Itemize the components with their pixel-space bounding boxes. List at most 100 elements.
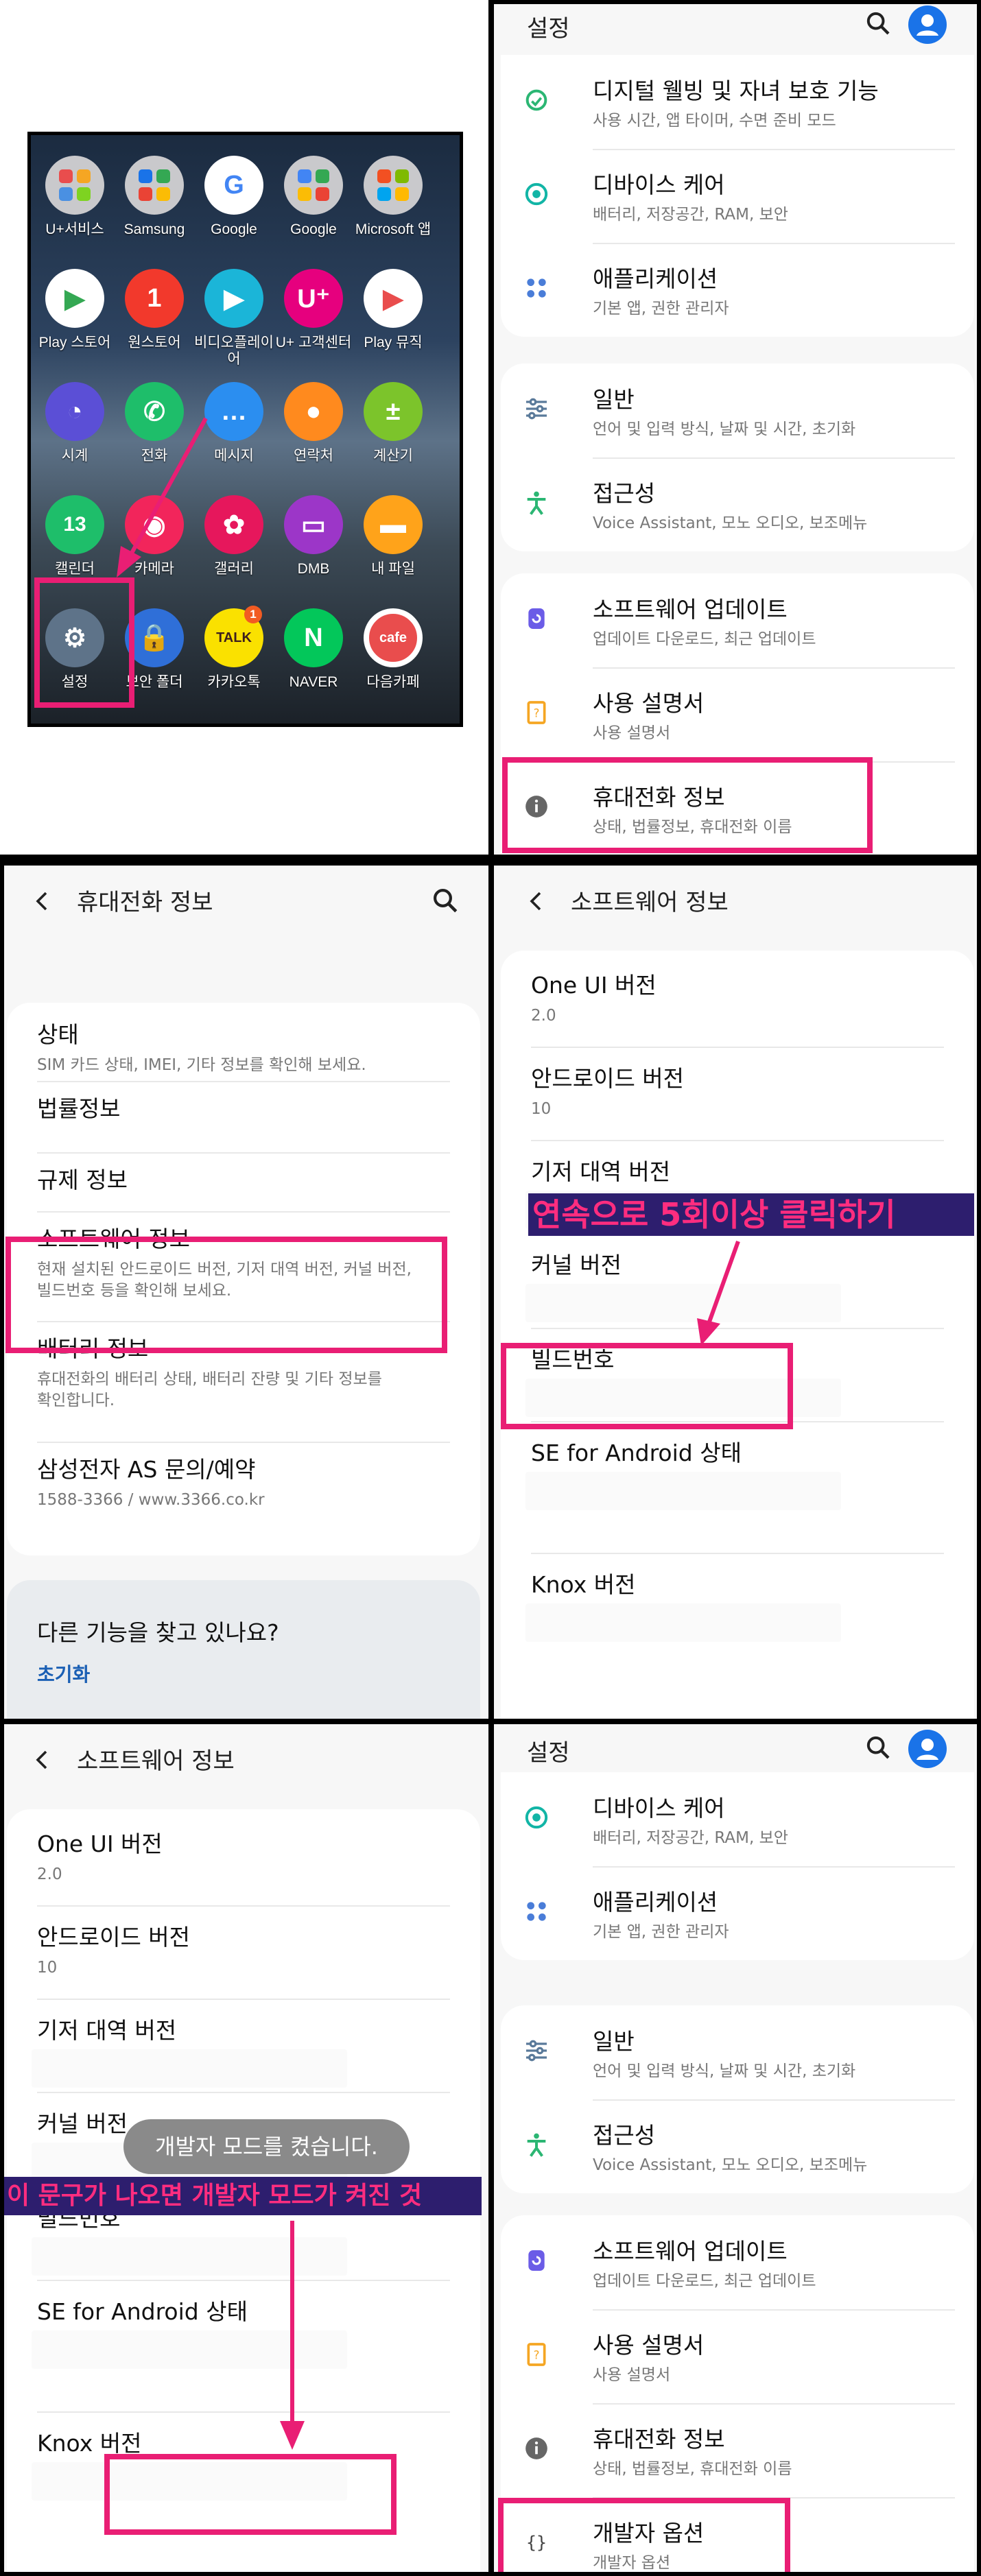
phone-info-item[interactable]: 상태 SIM 카드 상태, IMEI, 기타 정보를 확인해 보세요.: [37, 1016, 366, 1076]
settings-item-title: 애플리케이션: [593, 1889, 718, 1916]
software-update-icon: [520, 602, 553, 635]
svg-text:?: ?: [534, 2349, 540, 2362]
home-screen-panel: U+서비스 Samsung G Google Google Microsoft 앱 ▶ Pla…: [0, 0, 487, 855]
accessibility-icon: [520, 2128, 553, 2161]
apps-icon: [520, 1895, 553, 1928]
phone-info-item[interactable]: 법률정보: [37, 1090, 120, 1123]
software-info-highlight: [5, 1237, 447, 1353]
phone-info-panel: 휴대전화 정보 상태 SIM 카드 상태, IMEI, 기타 정보를 확인해 보세…: [0, 866, 487, 1719]
software-update-icon: [520, 2244, 553, 2277]
settings-item-subtitle: 사용 시간, 앱 타이머, 수면 준비 모드: [593, 112, 836, 130]
settings-item-title: 사용 설명서: [593, 690, 705, 717]
device-care-icon: [520, 1801, 553, 1834]
info-icon: [520, 2432, 553, 2465]
account-avatar-icon[interactable]: [908, 1730, 947, 1768]
phone-info-item[interactable]: 규제 정보: [37, 1162, 128, 1195]
frame-divider: [488, 0, 494, 2576]
settings-item-subtitle: 기본 앱, 권한 관리자: [593, 1923, 729, 1941]
settings-item-subtitle: 업데이트 다운로드, 최근 업데이트: [593, 630, 816, 648]
user-manual-icon: ?: [520, 696, 553, 729]
reset-link[interactable]: 초기화: [37, 1660, 90, 1687]
general-icon: [520, 392, 553, 425]
phone-info-highlight: [502, 757, 873, 853]
related-title: 다른 기능을 찾고 있나요?: [37, 1619, 279, 1646]
svg-text:?: ?: [534, 707, 540, 720]
settings-item-accessibility[interactable]: 접근성 Voice Assistant, 모노 오디오, 보조메뉴: [501, 2099, 974, 2193]
settings-item-title: 디바이스 케어: [593, 1795, 725, 1822]
settings-item-accessibility[interactable]: 접근성 Voice Assistant, 모노 오디오, 보조메뉴: [501, 457, 974, 551]
account-avatar-icon[interactable]: [908, 5, 947, 44]
settings-item-title: 디바이스 케어: [593, 171, 725, 198]
settings-item-title: 소프트웨어 업데이트: [593, 596, 788, 623]
frame-divider: [0, 1719, 981, 1724]
settings-item-apps[interactable]: 애플리케이션기본 앱, 권한 관리자: [501, 1866, 974, 1960]
frame-divider: [0, 2572, 981, 2576]
accessibility-icon: [520, 486, 553, 519]
settings-item-info[interactable]: 휴대전화 정보상태, 법률정보, 휴대전화 이름: [501, 2403, 974, 2497]
settings-header: 설정: [494, 1724, 981, 1774]
user-manual-icon: ?: [520, 2338, 553, 2371]
software-info-panel: 소프트웨어 정보 One UI 버전 2.0 안드로이드 버전 10 기저 대역 버전 커…: [494, 866, 981, 1719]
settings-item-subtitle: Voice Assistant, 모노 오디오, 보조메뉴: [593, 514, 868, 532]
settings-item-software-update[interactable]: 소프트웨어 업데이트업데이트 다운로드, 최근 업데이트: [501, 2215, 974, 2309]
related-section: 다른 기능을 찾고 있나요? 초기화: [7, 1580, 480, 1719]
settings-after-panel: 설정 디바이스 케어배터리, 저장공간, RAM, 보안애플리케이션기본 앱, …: [494, 1724, 981, 2576]
settings-item-general[interactable]: 일반언어 및 입력 방식, 날짜 및 시간, 초기화: [501, 363, 974, 457]
settings-item-subtitle: 기본 앱, 권한 관리자: [593, 300, 729, 318]
device-care-icon: [520, 178, 553, 211]
settings-item-device-care[interactable]: 디바이스 케어배터리, 저장공간, RAM, 보안: [501, 149, 974, 243]
frame-divider: [977, 0, 981, 2576]
general-icon: [520, 2034, 553, 2067]
search-icon[interactable]: [431, 886, 460, 915]
frame-divider: [494, 0, 981, 4]
settings-item-subtitle: 배터리, 저장공간, RAM, 보안: [593, 206, 788, 224]
divider: [37, 1081, 450, 1082]
search-icon[interactable]: [864, 10, 892, 37]
settings-item-user-manual[interactable]: ? 사용 설명서 사용 설명서: [501, 2309, 974, 2403]
divider: [37, 1211, 450, 1213]
settings-header: 설정: [494, 0, 981, 49]
settings-item-title: 일반: [593, 2028, 635, 2055]
settings-item-title: 일반: [593, 386, 635, 413]
back-icon[interactable]: [32, 889, 52, 914]
settings-item-user-manual[interactable]: ? 사용 설명서 사용 설명서: [501, 667, 974, 761]
settings-item-subtitle: 배터리, 저장공간, RAM, 보안: [593, 1829, 788, 1847]
settings-card: 일반언어 및 입력 방식, 날짜 및 시간, 초기화접근성 Voice Assis…: [501, 363, 974, 551]
settings-item-subtitle: 상태, 법률정보, 휴대전화 이름: [593, 2460, 792, 2478]
item-subtitle: 휴대전화의 배터리 상태, 배터리 잔량 및 기타 정보를 확인합니다.: [37, 1370, 382, 1409]
search-icon[interactable]: [864, 1734, 892, 1761]
item-title: 삼성전자 AS 문의/예약: [37, 1456, 256, 1483]
item-title: 법률정보: [37, 1095, 121, 1122]
settings-card: 일반언어 및 입력 방식, 날짜 및 시간, 초기화접근성 Voice Assis…: [501, 2005, 974, 2193]
settings-item-title: 접근성: [593, 480, 656, 507]
settings-item-subtitle: 업데이트 다운로드, 최근 업데이트: [593, 2272, 816, 2290]
settings-item-general[interactable]: 일반언어 및 입력 방식, 날짜 및 시간, 초기화: [501, 2005, 974, 2099]
divider: [37, 1442, 450, 1443]
settings-item-title: 사용 설명서: [593, 2332, 705, 2359]
settings-item-title: 접근성: [593, 2122, 656, 2149]
settings-item-title: 휴대전화 정보: [593, 2426, 725, 2453]
settings-item-software-update[interactable]: 소프트웨어 업데이트업데이트 다운로드, 최근 업데이트: [501, 573, 974, 667]
settings-item-subtitle: 언어 및 입력 방식, 날짜 및 시간, 초기화: [593, 2062, 856, 2080]
page-title: 설정: [527, 15, 570, 43]
settings-card: 디바이스 케어배터리, 저장공간, RAM, 보안애플리케이션기본 앱, 권한 …: [501, 1772, 974, 1960]
developer-mode-toast: 개발자 모드를 켰습니다.: [123, 2119, 410, 2174]
settings-item-apps[interactable]: 애플리케이션 기본 앱, 권한 관리자: [501, 243, 974, 337]
settings-item-title: 디지털 웰빙 및 자녀 보호 기능: [593, 77, 879, 104]
settings-item-subtitle: 사용 설명서: [593, 724, 671, 742]
settings-item-subtitle: 언어 및 입력 방식, 날짜 및 시간, 초기화: [593, 420, 856, 438]
settings-item-digital-wellbeing[interactable]: 디지털 웰빙 및 자녀 보호 기능사용 시간, 앱 타이머, 수면 준비 모드: [501, 55, 974, 149]
settings-item-device-care[interactable]: 디바이스 케어배터리, 저장공간, RAM, 보안: [501, 1772, 974, 1866]
settings-panel: 설정 디지털 웰빙 및 자녀 보호 기능사용 시간, 앱 타이머, 수면 준비 …: [494, 0, 981, 855]
phone-info-header: 휴대전화 정보: [0, 866, 487, 934]
settings-item-subtitle: Voice Assistant, 모노 오디오, 보조메뉴: [593, 2156, 868, 2174]
apps-icon: [520, 272, 553, 305]
phone-info-item[interactable]: 삼성전자 AS 문의/예약 1588-3366 / www.3366.co.kr: [37, 1451, 265, 1511]
page-title: 설정: [527, 1739, 570, 1767]
item-title: 상태: [37, 1021, 79, 1048]
settings-item-title: 소프트웨어 업데이트: [593, 2238, 788, 2265]
divider: [37, 1152, 450, 1154]
toast-highlight: [104, 2454, 397, 2535]
developer-options-highlight: [498, 2498, 790, 2576]
frame-divider: [0, 866, 4, 2576]
